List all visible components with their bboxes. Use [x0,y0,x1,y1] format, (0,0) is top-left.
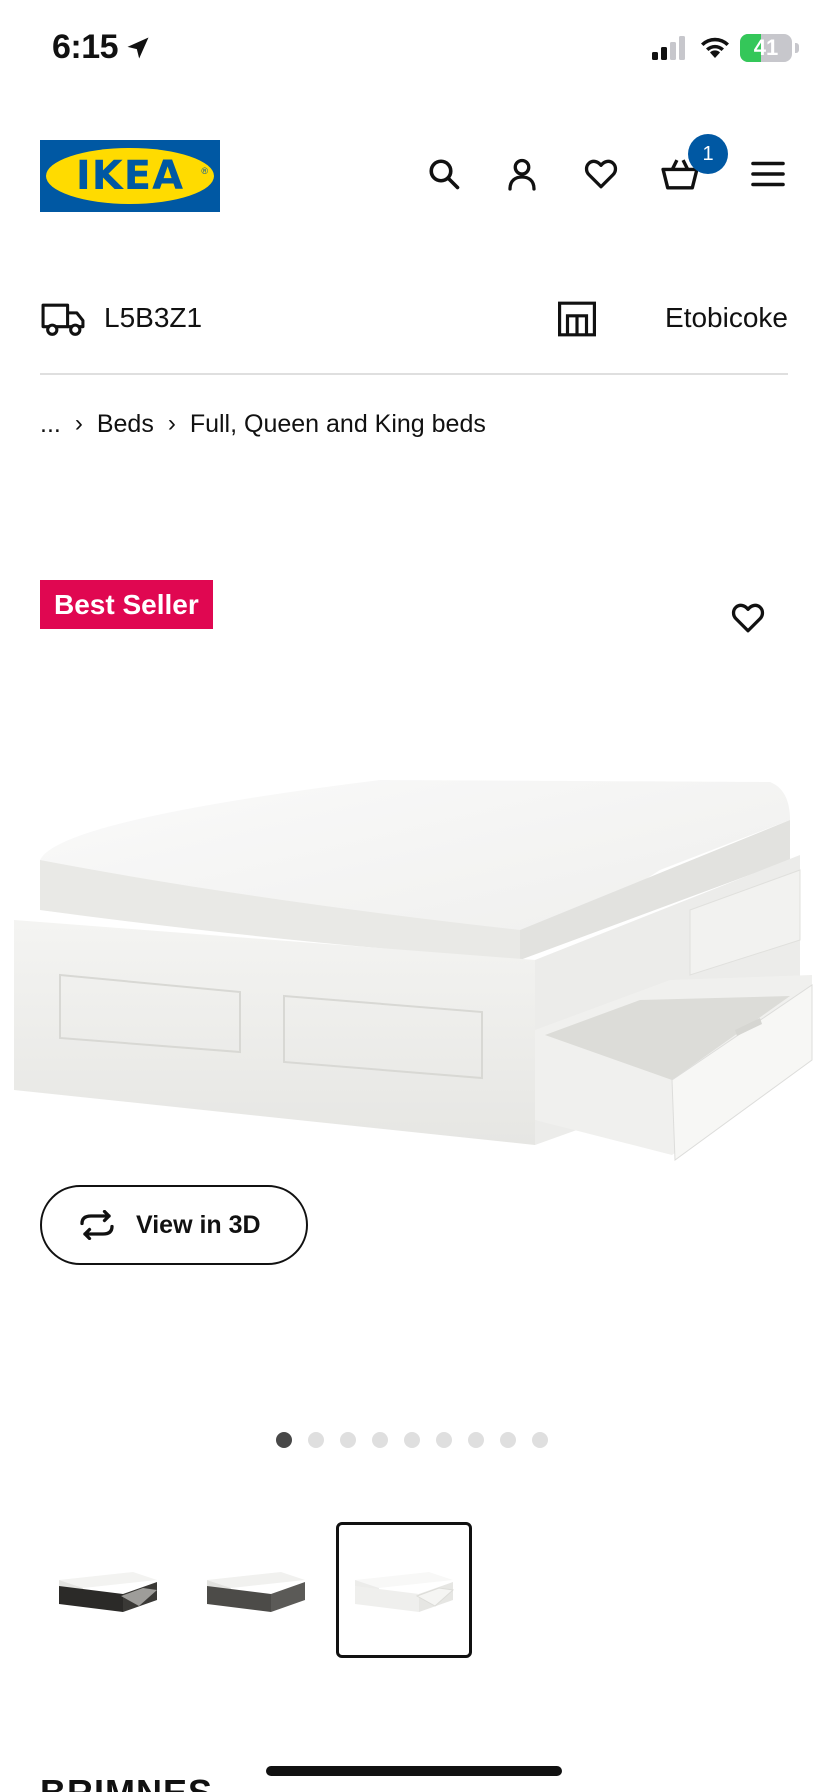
carousel-dot[interactable] [404,1432,420,1448]
carousel-dot[interactable] [436,1432,452,1448]
wifi-icon [701,37,729,58]
breadcrumb-ellipsis[interactable]: ... [40,410,61,439]
carousel-dot[interactable] [468,1432,484,1448]
battery-percent: 41 [753,35,779,60]
account-button[interactable] [500,152,544,196]
breadcrumb: ... › Beds › Full, Queen and King beds [40,404,486,444]
store-link[interactable]: Etobicoke [665,302,788,334]
breadcrumb-item-full-queen-king-beds[interactable]: Full, Queen and King beds [190,410,486,439]
breadcrumb-item-beds[interactable]: Beds [97,410,154,439]
add-to-favourites-button[interactable] [726,596,770,640]
thumbnail-strip [40,1522,472,1658]
hamburger-menu-icon [751,161,785,187]
carousel-dot[interactable] [500,1432,516,1448]
thumbnail-black-brown[interactable] [40,1522,176,1658]
search-button[interactable] [422,152,466,196]
bed-thumbnail-gray [207,1572,305,1612]
best-seller-badge: Best Seller [40,580,213,629]
header-divider [40,373,788,375]
user-icon [508,158,536,191]
menu-button[interactable] [746,152,790,196]
bed-thumbnail-black [59,1572,157,1612]
battery-indicator: 41 [740,34,792,62]
rotate-3d-icon [80,1210,114,1240]
home-indicator [266,1766,562,1776]
truck-icon [41,303,85,336]
battery-cap [795,43,799,53]
thumbnail-white[interactable] [336,1522,472,1658]
store-icon [558,301,596,337]
search-icon [429,159,460,190]
carousel-dot[interactable] [308,1432,324,1448]
carousel-dot[interactable] [340,1432,356,1448]
view-in-3d-button[interactable]: View in 3D [40,1185,308,1265]
chevron-right-icon: › [74,410,83,437]
postcode-link[interactable]: L5B3Z1 [104,302,202,334]
thumbnail-dark-gray[interactable] [188,1522,324,1658]
carousel-dot[interactable] [372,1432,388,1448]
carousel-dot[interactable] [532,1432,548,1448]
bed-thumbnail-white [355,1572,455,1612]
view-in-3d-label: View in 3D [136,1210,261,1239]
ikea-logo[interactable]: IKEA ® [40,140,220,212]
cart-count-badge: 1 [688,134,728,174]
status-time: 6:15 [52,28,119,66]
status-bar: 6:15 41 [0,0,828,100]
cellular-signal-icon [652,36,685,60]
location-arrow-icon [127,37,149,59]
favourites-button[interactable] [579,152,623,196]
product-image-bed[interactable] [0,760,828,1180]
logo-text: IKEA [75,153,185,199]
registered-mark: ® [201,166,208,176]
chevron-right-icon: › [167,410,176,437]
delivery-store-row: L5B3Z1 Etobicoke [40,290,788,350]
image-carousel-dots [276,1432,548,1448]
heart-icon [584,159,618,189]
heart-icon [731,603,765,633]
product-title: BRIMNES [40,1772,213,1792]
carousel-dot[interactable] [276,1432,292,1448]
